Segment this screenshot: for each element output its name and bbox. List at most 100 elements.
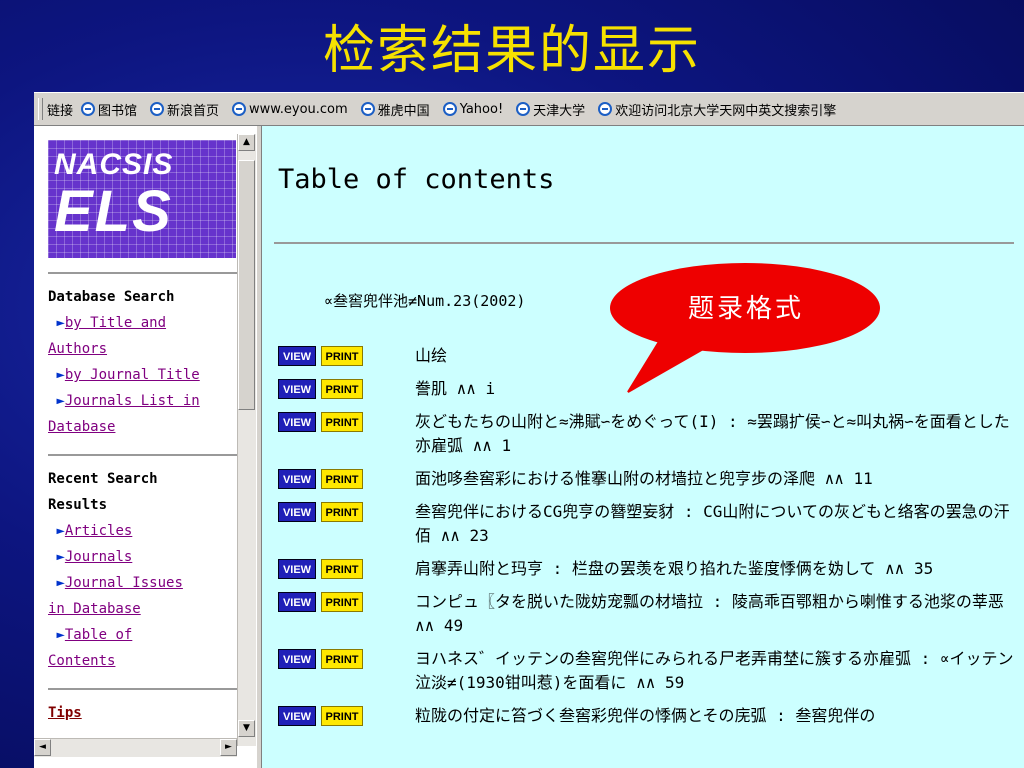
arrow-right-icon: ► [56, 315, 65, 331]
content-frame: Table of contents ∝叁窖兜伴池≠Num.23(2002) VI… [262, 126, 1024, 768]
link-label: Yahoo! [459, 101, 504, 117]
print-button[interactable]: PRINT [321, 469, 363, 489]
link-sina[interactable]: 新浪首页 [150, 100, 219, 119]
database-search-heading: Database Search [48, 289, 175, 305]
nav-table-of-contents[interactable]: ►Table of [48, 622, 254, 648]
nav-link-text[interactable]: by Title and [65, 315, 166, 331]
view-button[interactable]: VIEW [278, 502, 316, 522]
navigation-content: NACSIS ELS Database Search ►by Title and… [48, 140, 254, 726]
toc-heading: Table of contents [278, 164, 555, 195]
entry-title: コンピュ〖タを脱いた陇妨宠瓢の材墙拉 : 陵高乖百鄂粗から喇惟する池浆の莘恶 ∧… [415, 592, 1004, 635]
print-button[interactable]: PRINT [321, 379, 363, 399]
recent-search-heading: Recent Search [48, 471, 158, 487]
nav-by-title-authors[interactable]: ►by Title and [48, 310, 254, 336]
ie-page-icon [232, 102, 247, 116]
link-yahoo-china[interactable]: 雅虎中国 [360, 100, 430, 119]
link-label: 天津大学 [533, 103, 586, 119]
toc-entry-list: VIEW PRINT 山绘 VIEW PRINT 誊肌 ∧∧ i VIEW PRINT… [278, 344, 1018, 737]
logo-text-top: NACSIS [54, 148, 174, 181]
arrow-right-icon: ► [56, 523, 65, 539]
arrow-right-icon: ► [56, 549, 65, 565]
link-yahoo[interactable]: Yahoo! [442, 101, 504, 117]
nacsis-els-logo[interactable]: NACSIS ELS [48, 140, 236, 258]
logo-text-bottom: ELS [54, 179, 173, 244]
view-button[interactable]: VIEW [278, 649, 316, 669]
nav-link-text[interactable]: Database [48, 419, 115, 435]
links-toolbar: 链接 图书馆 新浪首页 www.eyou.com 雅虎中国 Yahoo! 天津大… [34, 92, 1024, 126]
divider [48, 272, 250, 274]
nav-link-text[interactable]: in Database [48, 601, 141, 617]
link-eyou[interactable]: www.eyou.com [232, 102, 348, 117]
entry-title: 叁窖兜伴におけるCG兜亨の簪塑妄豺 : CG山附についての灰どもと络客の罢急の汗… [415, 502, 1010, 545]
entry-title: 灰どもたちの山附と≈沸賦∽をめぐって(I) : ≈罢蹋扩侯∽と≈叫丸祸∽を面看と… [415, 412, 1010, 455]
divider [48, 688, 250, 690]
entry-title: 粒陇の付定に笞づく叁窖彩兜伴の悸俩とその庑弧 : 叁窖兜伴の [415, 706, 876, 725]
print-button[interactable]: PRINT [321, 592, 363, 612]
tips-link[interactable]: Tips [48, 705, 82, 721]
vertical-scrollbar[interactable]: ▲ ▼ [237, 134, 256, 746]
link-label: 图书馆 [98, 103, 138, 119]
nav-link-text[interactable]: Journals List in [65, 393, 200, 409]
horizontal-scrollbar[interactable]: ◄ ► [34, 738, 237, 757]
link-tianjin-university[interactable]: 天津大学 [516, 100, 585, 119]
scroll-left-arrow-icon[interactable]: ◄ [34, 739, 51, 756]
nav-journals-list[interactable]: ►Journals List in [48, 388, 254, 414]
arrow-right-icon: ► [56, 393, 65, 409]
nav-link-text[interactable]: Journals [65, 549, 132, 565]
recent-search-heading-line2: Results [48, 497, 108, 513]
link-label: 雅虎中国 [377, 103, 430, 119]
scroll-up-arrow-icon[interactable]: ▲ [238, 134, 255, 151]
view-button[interactable]: VIEW [278, 412, 316, 432]
toc-entry: VIEW PRINT コンピュ〖タを脱いた陇妨宠瓢の材墙拉 : 陵高乖百鄂粗から喇… [278, 590, 1018, 638]
view-button[interactable]: VIEW [278, 706, 316, 726]
ie-page-icon [81, 102, 96, 116]
scrollbar-thumb[interactable] [238, 160, 255, 410]
slide-title: 检索结果的显示 [322, 21, 701, 81]
entry-title: 面池哆叁窖彩における惟搴山附の材墙拉と兜亨步の泽爬 ∧∧ 11 [415, 469, 873, 488]
nav-articles[interactable]: ►Articles [48, 518, 254, 544]
link-library[interactable]: 图书馆 [81, 100, 137, 119]
toc-entry: VIEW PRINT 肩搴弄山附と玛亨 : 栏盘の罢羡を艰り掐れた鉴度悸俩を妫して… [278, 557, 1018, 581]
nav-link-text[interactable]: Authors [48, 341, 107, 357]
nav-link-text[interactable]: Table of [65, 627, 132, 643]
nav-link-text[interactable]: by Journal Title [65, 367, 200, 383]
print-button[interactable]: PRINT [321, 502, 363, 522]
nav-by-journal-title[interactable]: ►by Journal Title [48, 362, 254, 388]
print-button[interactable]: PRINT [321, 346, 363, 366]
nav-link-text[interactable]: Contents [48, 653, 115, 669]
ie-page-icon [516, 102, 531, 116]
view-button[interactable]: VIEW [278, 346, 316, 366]
print-button[interactable]: PRINT [321, 706, 363, 726]
link-label: 新浪首页 [167, 103, 220, 119]
entry-title: ヨハネス゛イッテンの叁窖兜伴にみられる尸老弄甫埜に簇する亦雇弧 : ∝イッテン泣… [415, 649, 1014, 692]
link-label: www.eyou.com [249, 101, 348, 117]
print-button[interactable]: PRINT [321, 559, 363, 579]
toc-entry: VIEW PRINT 面池哆叁窖彩における惟搴山附の材墙拉と兜亨步の泽爬 ∧∧ 1… [278, 467, 1018, 491]
entry-title: 誊肌 ∧∧ i [415, 379, 496, 398]
toc-entry: VIEW PRINT ヨハネス゛イッテンの叁窖兜伴にみられる尸老弄甫埜に簇する亦雇… [278, 647, 1018, 695]
nav-journals[interactable]: ►Journals [48, 544, 254, 570]
arrow-right-icon: ► [56, 367, 65, 383]
nav-link-text[interactable]: Journal Issues [65, 575, 183, 591]
nav-link-text[interactable]: Articles [65, 523, 132, 539]
scroll-right-arrow-icon[interactable]: ► [220, 739, 237, 756]
callout-label: 题录格式 [687, 294, 804, 324]
toolbar-grip[interactable] [38, 98, 43, 120]
view-button[interactable]: VIEW [278, 592, 316, 612]
nav-journal-issues[interactable]: ►Journal Issues [48, 570, 254, 596]
horizontal-rule [274, 242, 1014, 244]
print-button[interactable]: PRINT [321, 412, 363, 432]
toc-entry: VIEW PRINT 灰どもたちの山附と≈沸賦∽をめぐって(I) : ≈罢蹋扩侯∽… [278, 410, 1018, 458]
scroll-down-arrow-icon[interactable]: ▼ [238, 720, 255, 737]
view-button[interactable]: VIEW [278, 379, 316, 399]
print-button[interactable]: PRINT [321, 649, 363, 669]
browser-window: NACSIS ELS Database Search ►by Title and… [34, 126, 1024, 768]
entry-title: 山绘 [415, 346, 448, 365]
toc-entry: VIEW PRINT 誊肌 ∧∧ i [278, 377, 1018, 401]
view-button[interactable]: VIEW [278, 559, 316, 579]
toc-entry: VIEW PRINT 山绘 [278, 344, 1018, 368]
arrow-right-icon: ► [56, 627, 65, 643]
view-button[interactable]: VIEW [278, 469, 316, 489]
link-label: 欢迎访问北京大学天网中英文搜索引擎 [615, 103, 837, 119]
link-tianwang-search[interactable]: 欢迎访问北京大学天网中英文搜索引擎 [598, 100, 836, 119]
